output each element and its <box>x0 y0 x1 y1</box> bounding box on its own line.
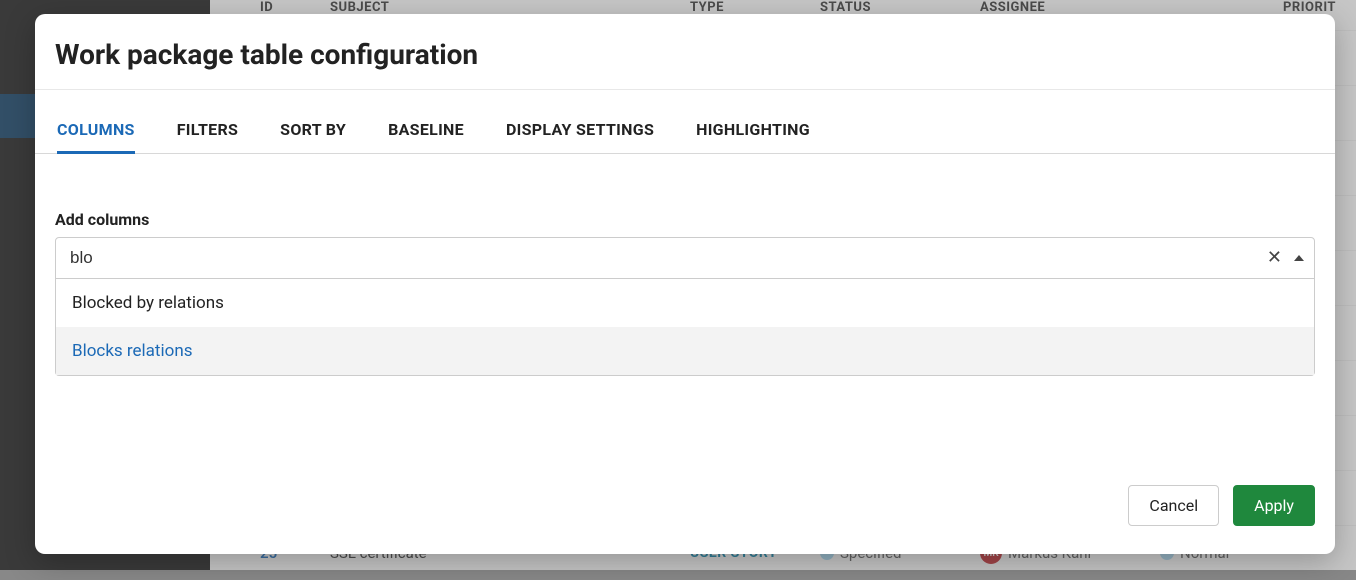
tab-display-settings[interactable]: DISPLAY SETTINGS <box>506 108 654 153</box>
option-blocks-relations[interactable]: Blocks relations <box>56 327 1314 375</box>
caret-up-icon[interactable] <box>1294 255 1304 261</box>
tab-baseline[interactable]: BASELINE <box>388 108 464 153</box>
tab-sort-by[interactable]: SORT BY <box>280 108 346 153</box>
add-columns-label: Add columns <box>55 210 1315 229</box>
modal-title: Work package table configuration <box>35 14 1335 89</box>
apply-button[interactable]: Apply <box>1233 485 1315 526</box>
columns-combobox: ✕ Blocked by relations Blocks relations <box>55 237 1315 279</box>
cancel-button[interactable]: Cancel <box>1128 485 1219 526</box>
tab-columns[interactable]: COLUMNS <box>57 108 135 154</box>
modal-footer: Cancel Apply <box>35 467 1335 554</box>
clear-icon[interactable]: ✕ <box>1261 249 1288 267</box>
tab-bar: COLUMNS FILTERS SORT BY BASELINE DISPLAY… <box>35 108 1335 154</box>
combobox-control[interactable]: ✕ <box>55 237 1315 279</box>
columns-search-input[interactable] <box>70 248 1261 268</box>
config-modal: Work package table configuration COLUMNS… <box>35 14 1335 554</box>
tab-highlighting[interactable]: HIGHLIGHTING <box>696 108 810 153</box>
modal-body: Add columns ✕ Blocked by relations Block… <box>35 154 1335 467</box>
tab-filters[interactable]: FILTERS <box>177 108 238 153</box>
combobox-dropdown: Blocked by relations Blocks relations <box>55 279 1315 376</box>
option-blocked-by-relations[interactable]: Blocked by relations <box>56 279 1314 327</box>
